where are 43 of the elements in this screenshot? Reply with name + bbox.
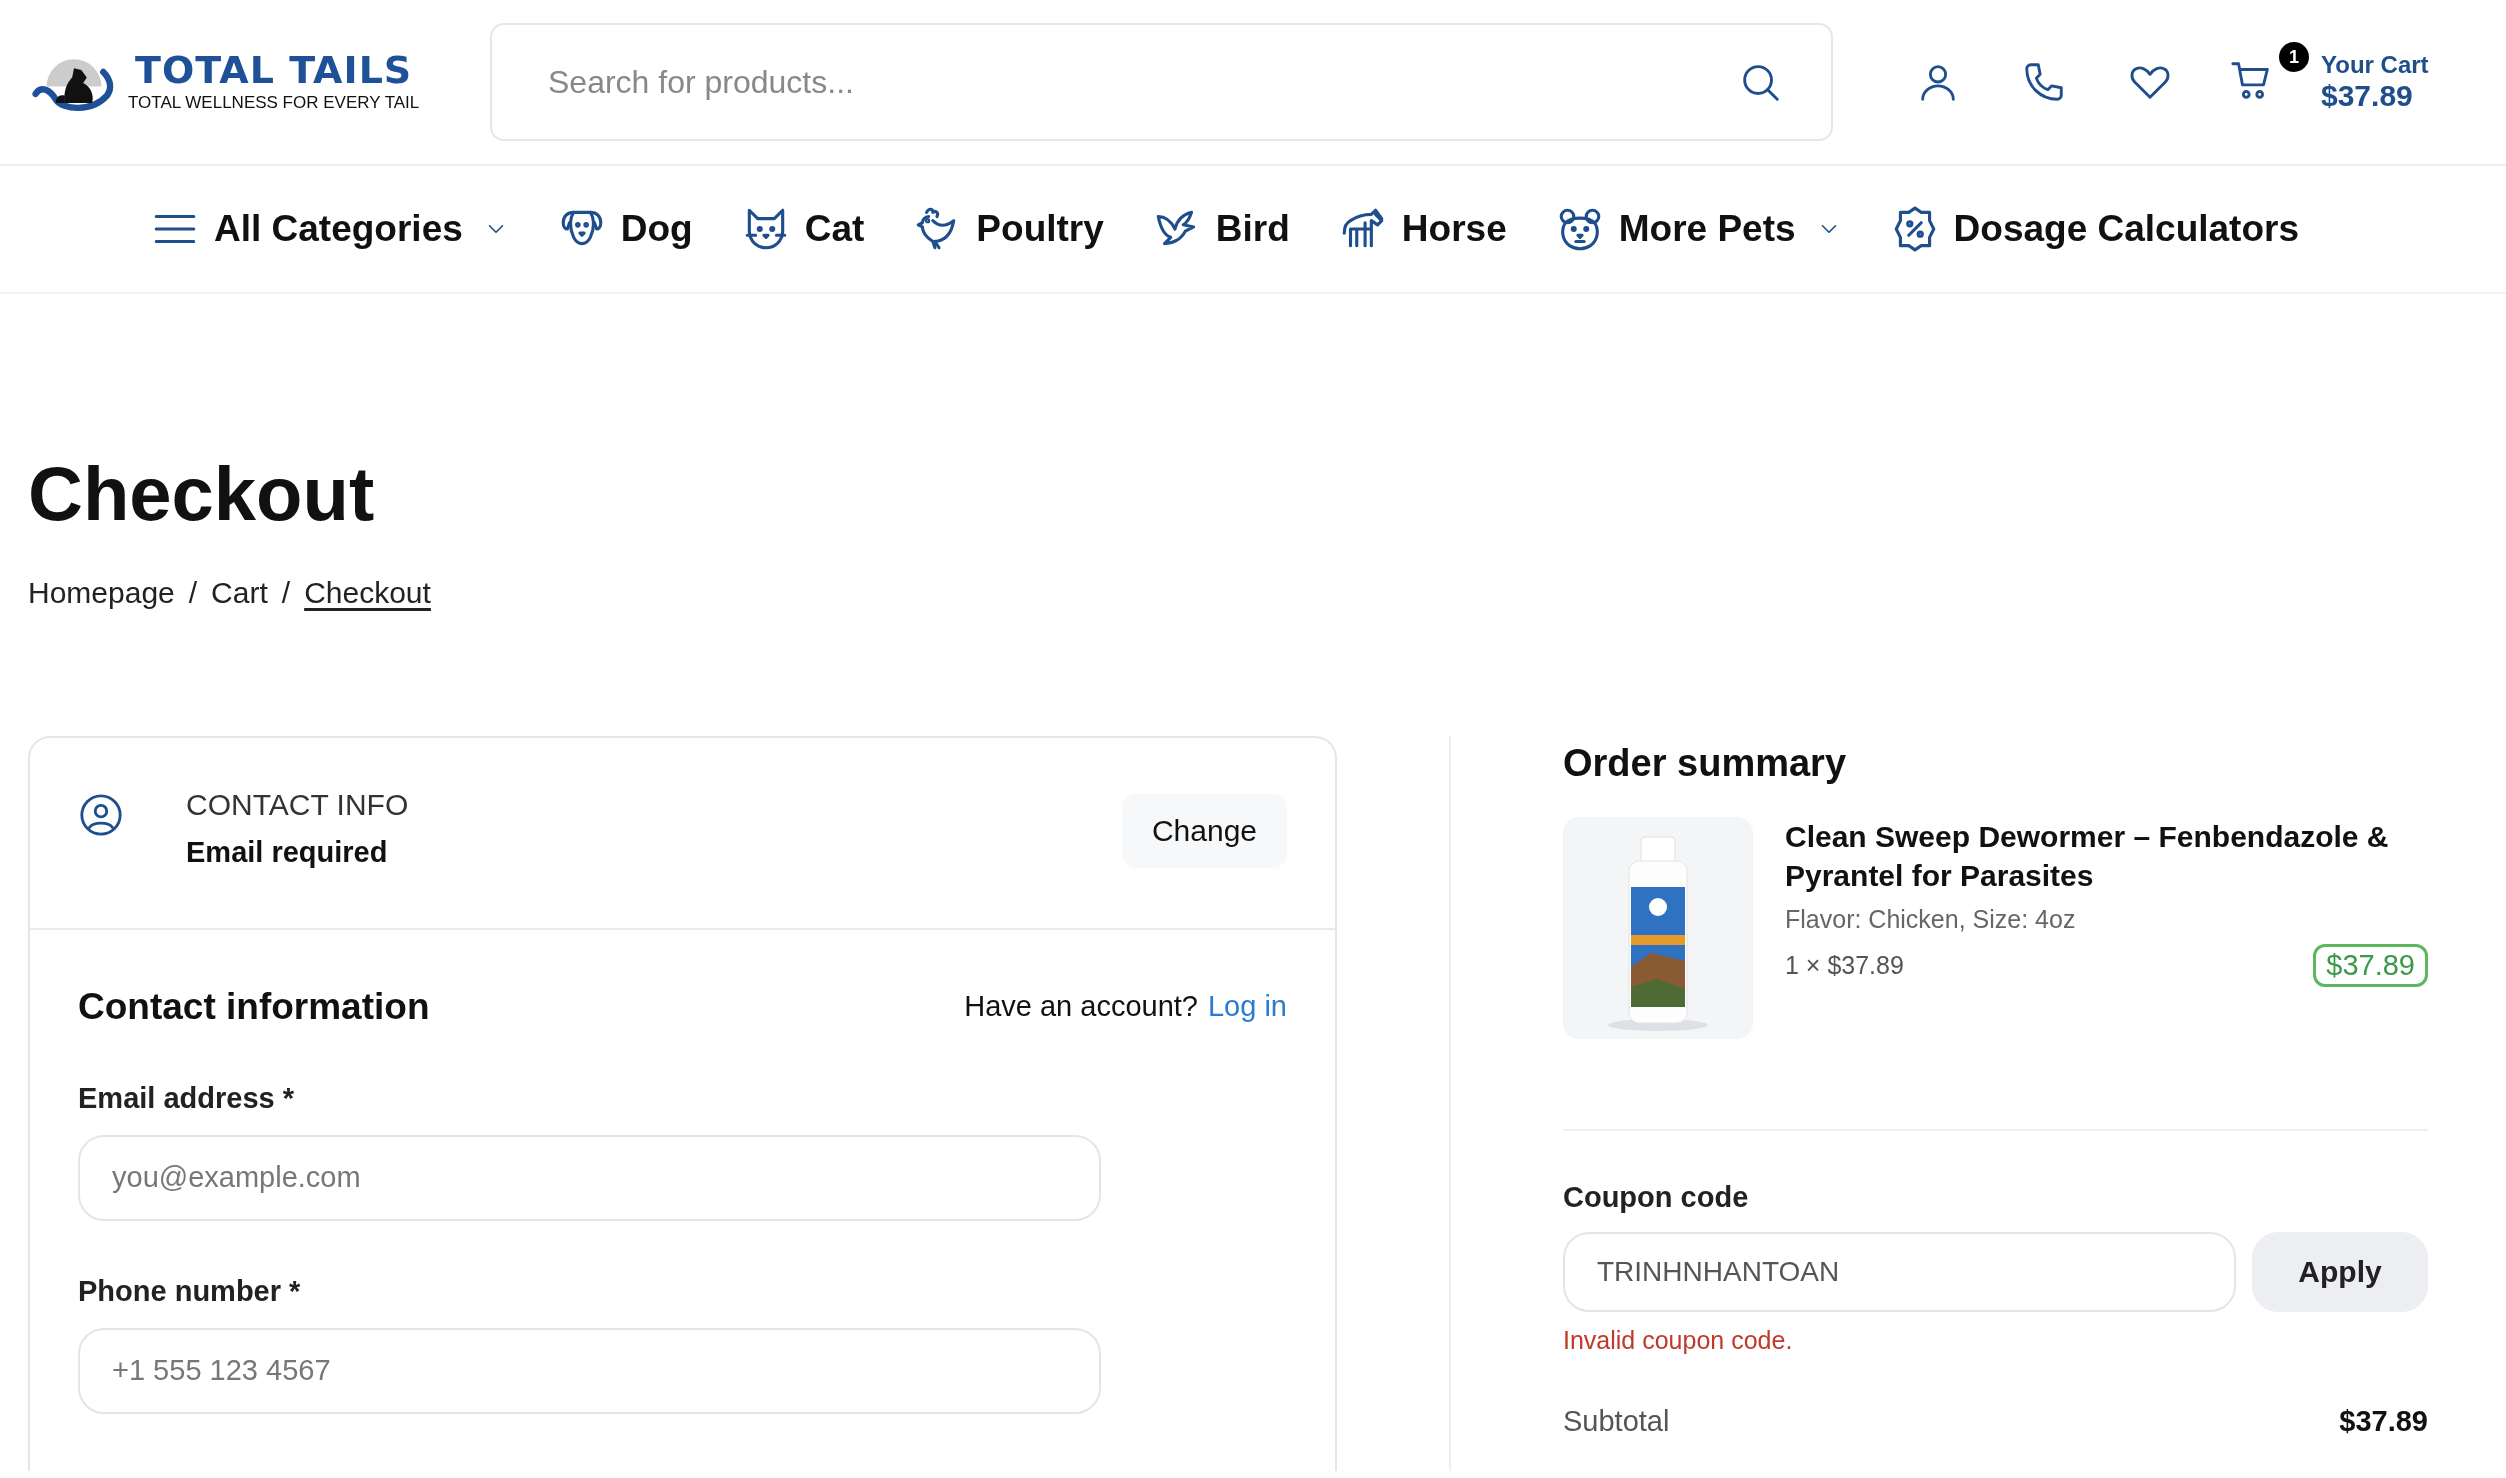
product-variant: Flavor: Chicken, Size: 4oz <box>1785 904 2077 934</box>
search-field[interactable]: Search for products... <box>546 62 1737 102</box>
field-label: Phone number * <box>78 1274 302 1308</box>
cart-total[interactable]: $37.89 <box>2321 79 2429 113</box>
coupon-field[interactable]: TRINHNHANTOAN <box>1563 1231 2236 1312</box>
logo-name[interactable]: TOTAL TAILS <box>135 51 413 89</box>
nav-item[interactable]: Horse <box>1337 204 1507 254</box>
section-heading: Contact information <box>78 985 430 1028</box>
search-bar[interactable]: Search for products... <box>490 23 1833 141</box>
nav-item[interactable]: Dog <box>556 204 693 254</box>
error-message: Invalid coupon code. <box>1563 1325 1794 1355</box>
total-value: $37.89 <box>2339 1404 2428 1438</box>
apply-button[interactable]: Apply <box>2252 1231 2428 1312</box>
breadcrumb-link[interactable]: Checkout <box>304 575 431 610</box>
change-button[interactable]: Change <box>1121 793 1287 868</box>
nav-item[interactable]: Cat <box>740 204 865 254</box>
account-prompt: Have an account? <box>964 990 1198 1024</box>
user-circle-icon <box>78 791 124 838</box>
section-heading: Order summary <box>1563 741 1847 785</box>
nav-item[interactable]: Dosage Calculators <box>1889 204 2299 254</box>
breadcrumb-link[interactable]: Homepage <box>28 575 175 610</box>
input-field[interactable]: +1 555 123 4567 <box>78 1327 1101 1414</box>
nav-item[interactable]: More Pets <box>1554 204 1842 254</box>
logo-tagline: TOTAL WELLNESS FOR EVERY TAIL <box>128 93 420 113</box>
field-label: Email address * <box>78 1081 295 1115</box>
nav-item[interactable]: All Categories <box>150 204 509 254</box>
step-heading: CONTACT INFO <box>186 787 410 822</box>
field-label: Coupon code <box>1563 1180 1750 1214</box>
nav-item[interactable]: Poultry <box>912 204 1104 254</box>
login-link[interactable]: Log in <box>1208 990 1287 1024</box>
quantity-price: 1 × $37.89 <box>1785 950 1904 980</box>
product-name[interactable]: Clean Sweep Dewormer – Fenbendazole & Pyrantel for Parasites <box>1785 816 2428 895</box>
input-field[interactable]: you@example.com <box>78 1134 1101 1221</box>
cart-label[interactable]: Your Cart <box>2321 51 2429 79</box>
breadcrumb-separator: / <box>281 575 291 610</box>
breadcrumb-separator: / <box>188 575 198 610</box>
step-status: Email required <box>186 835 389 869</box>
page-title: Checkout <box>28 452 376 536</box>
cart-count-badge: 1 <box>2279 42 2309 72</box>
line-total: $37.89 <box>2313 943 2428 987</box>
breadcrumb-link[interactable]: Cart <box>211 575 268 610</box>
total-label: Subtotal <box>1563 1404 1670 1438</box>
nav-item[interactable]: Bird <box>1151 204 1290 254</box>
